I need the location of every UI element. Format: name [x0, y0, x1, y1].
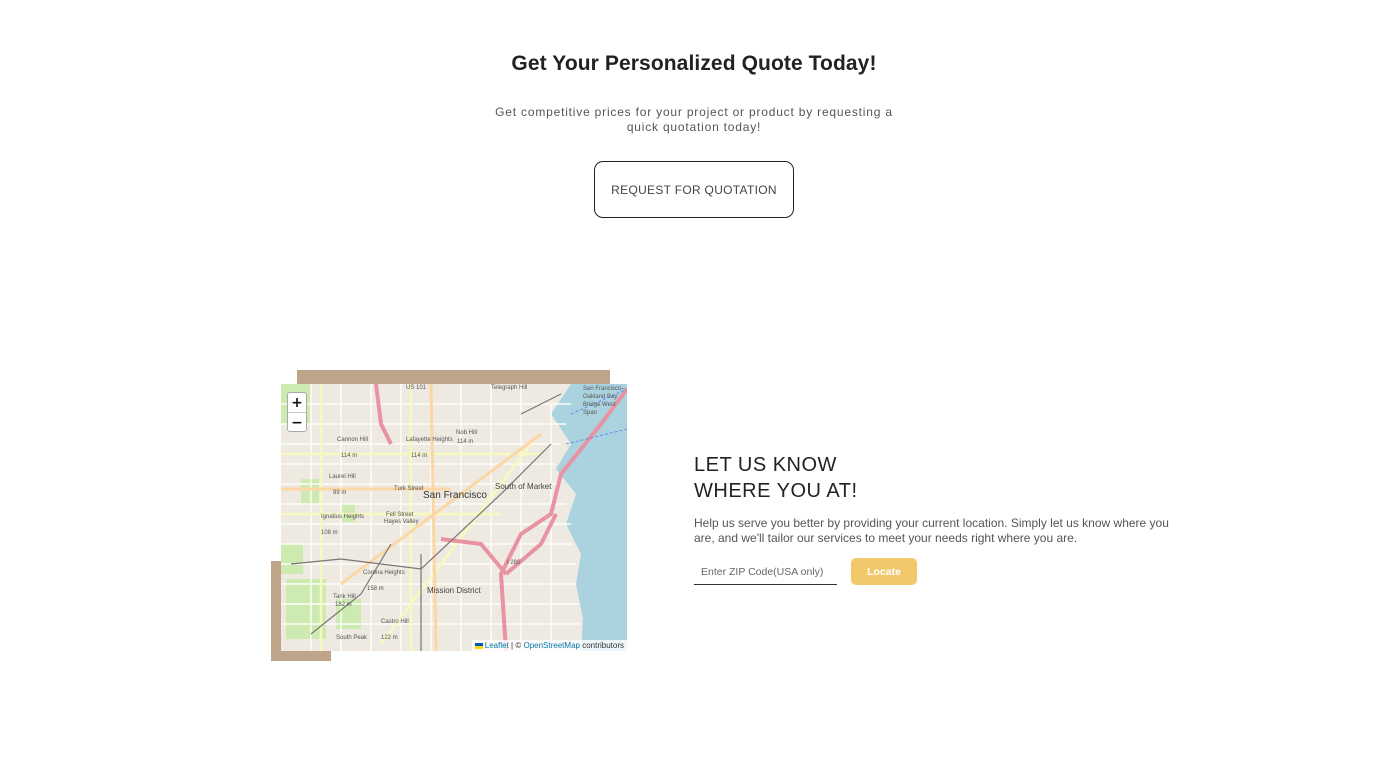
- map-label-south-of-market: South of Market: [495, 482, 552, 491]
- map-label-lafayette: Lafayette Heights: [406, 437, 453, 443]
- map-label-tank-hill: Tank Hill: [333, 594, 356, 600]
- map-label-south-peak: South Peak: [336, 635, 368, 641]
- location-title-line1: LET US KNOW: [694, 454, 837, 476]
- map-frame-left-accent: [271, 561, 281, 661]
- leaflet-link[interactable]: Leaflet: [485, 641, 509, 650]
- map-label-san-francisco: San Francisco: [423, 490, 487, 501]
- map-zoom-control: + −: [287, 392, 307, 432]
- map-label-turk-street: Turk Street: [394, 486, 424, 492]
- map-label-corona-elev: 158 m: [367, 586, 384, 592]
- map-label-castro: Castro Hill: [381, 619, 409, 625]
- map-label-cannon-hill: Cannon Hill: [337, 437, 369, 443]
- map-label-castro-elev: 122 m: [381, 635, 398, 641]
- openstreetmap-link[interactable]: OpenStreetMap: [523, 641, 579, 650]
- map-label-nob-elev: 114 m: [457, 439, 474, 445]
- map-label-laurel-elev: 99 m: [333, 490, 347, 496]
- zoom-out-button[interactable]: −: [288, 412, 306, 432]
- map-frame-top-accent: [297, 370, 610, 384]
- location-description: Help us serve you better by providing yo…: [694, 516, 1169, 545]
- locate-button[interactable]: Locate: [851, 558, 917, 585]
- map-label-hayes-valley: Hayes Valley: [384, 519, 419, 525]
- attribution-contributors: contributors: [582, 641, 624, 650]
- map-attribution: Leaflet | © OpenStreetMap contributors: [471, 640, 627, 651]
- zip-code-input[interactable]: [694, 560, 837, 585]
- map-label-bay-bridge: San Francisco–Oakland Bay Bridge West Sp…: [583, 386, 625, 416]
- quote-subtitle: Get competitive prices for your project …: [495, 105, 893, 134]
- map-label-nob-hill: Nob Hill: [456, 430, 478, 436]
- ukraine-flag-icon: [474, 642, 483, 649]
- map-label-us101: US 101: [406, 385, 427, 391]
- map-label-ignatius: Ignatius Heights: [321, 514, 365, 520]
- attribution-separator: | ©: [511, 641, 522, 650]
- map-label-i280: I 280: [507, 560, 521, 566]
- map-label-laurel-hill: Laurel Hill: [329, 474, 356, 480]
- map-label-lafayette-elev: 114 m: [411, 453, 428, 459]
- map-label-fell-street: Fell Street: [386, 512, 414, 518]
- map-label-corona: Corona Heights: [363, 570, 405, 576]
- zoom-in-button[interactable]: +: [288, 393, 306, 412]
- location-map[interactable]: + − US 101 Telegraph Hill Cannon Hill 11…: [281, 384, 627, 651]
- map-label-ignatius-elev: 108 m: [321, 530, 338, 536]
- map-label-tank-elev: 182 m: [335, 602, 352, 608]
- location-title-line2: WHERE YOU AT!: [694, 480, 858, 502]
- map-label-cannon-elev: 114 m: [341, 453, 358, 459]
- location-title: LET US KNOW WHERE YOU AT!: [694, 452, 858, 504]
- quote-title: Get Your Personalized Quote Today!: [511, 52, 877, 75]
- map-label-telegraph-hill: Telegraph Hill: [491, 385, 528, 391]
- map-label-mission-district: Mission District: [427, 586, 481, 595]
- map-frame-bottom-accent: [271, 651, 331, 661]
- request-quotation-button[interactable]: REQUEST FOR QUOTATION: [594, 161, 794, 218]
